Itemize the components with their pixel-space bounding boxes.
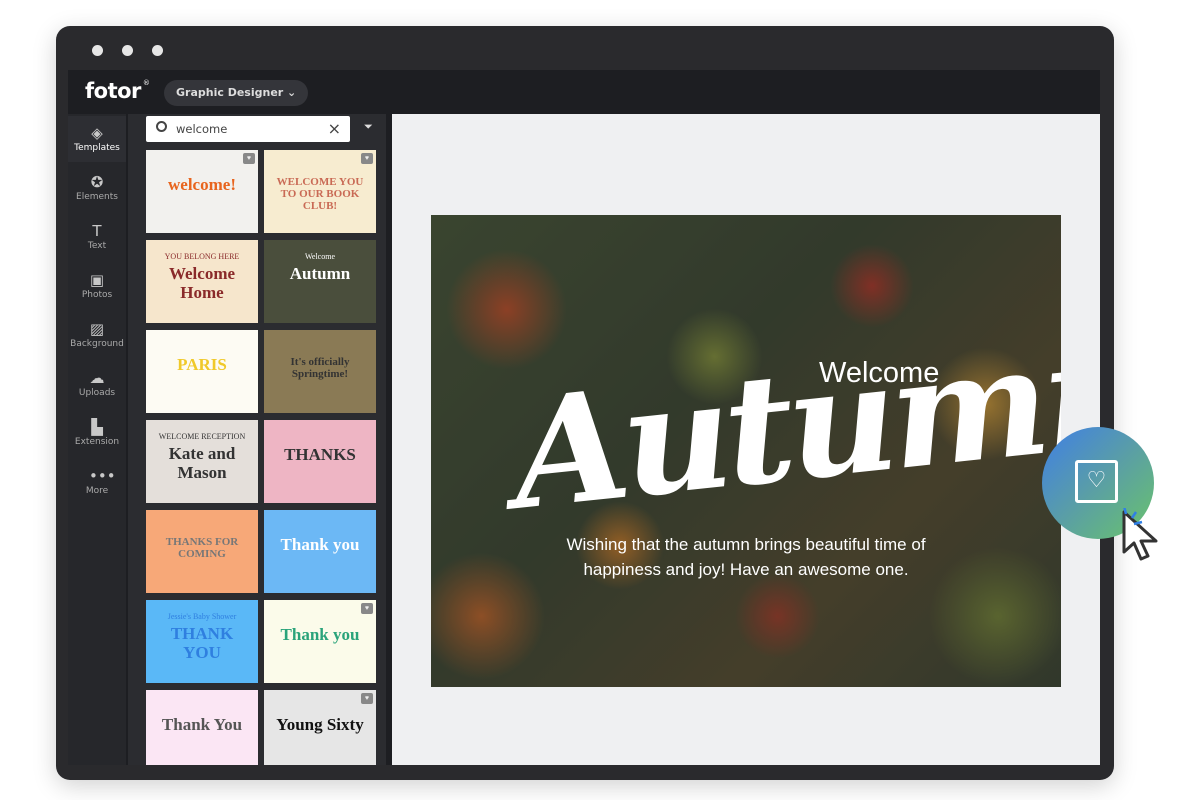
- logo[interactable]: fotor ®: [85, 79, 150, 103]
- sidebar-item-templates[interactable]: ◈ Templates: [68, 116, 126, 162]
- favorite-frame-icon: ♡: [1075, 460, 1118, 503]
- favorite-icon[interactable]: ♥: [361, 693, 373, 704]
- chevron-down-icon: ⌄: [287, 86, 297, 99]
- template-thumbnail[interactable]: It's officially Springtime!: [264, 330, 376, 413]
- cloud-upload-icon: ☁: [89, 369, 105, 387]
- header: fotor ® Graphic Designer ⌄: [68, 70, 1100, 114]
- sidebar-item-photos[interactable]: ▣ Photos: [68, 263, 126, 309]
- favorite-icon[interactable]: ♥: [361, 153, 373, 164]
- template-thumbnail[interactable]: WELCOME YOU TO OUR BOOK CLUB! ♥: [264, 150, 376, 233]
- message-text[interactable]: Wishing that the autumn brings beautiful…: [431, 532, 1061, 582]
- editor-app: fotor ® Graphic Designer ⌄ ◈ Templates ✪ Ele…: [68, 70, 1100, 765]
- clear-search-icon[interactable]: ×: [328, 119, 341, 138]
- templates-panel: welcome × ⏷ welcome! ♥ WELCOME YOU TO OUR …: [128, 114, 390, 765]
- template-thumbnail[interactable]: Thank you ♥: [264, 600, 376, 683]
- sidebar-item-label: Photos: [81, 290, 113, 300]
- more-icon: •••: [89, 467, 116, 485]
- window-dot: [152, 45, 163, 56]
- sidebar-item-label: Background: [70, 339, 124, 349]
- sidebar-item-label: Templates: [74, 143, 120, 153]
- sidebar-item-text[interactable]: T Text: [68, 214, 126, 260]
- background-icon: ▨: [89, 320, 105, 338]
- sidebar: ◈ Templates ✪ Elements T Text ▣ Photos ▨ Backgrou…: [68, 114, 126, 765]
- sidebar-item-label: Extension: [74, 437, 120, 447]
- sidebar-item-uploads[interactable]: ☁ Uploads: [68, 361, 126, 407]
- scrollbar[interactable]: [386, 114, 390, 765]
- mode-dropdown[interactable]: Graphic Designer ⌄: [164, 80, 309, 106]
- extension-icon: ▙: [91, 418, 103, 436]
- template-thumbnail[interactable]: Jessie's Baby Shower THANK YOU: [146, 600, 258, 683]
- favorite-icon[interactable]: ♥: [361, 603, 373, 614]
- template-thumbnail[interactable]: welcome! ♥: [146, 150, 258, 233]
- sidebar-item-background[interactable]: ▨ Background: [68, 312, 126, 358]
- layers-icon: ◈: [91, 124, 103, 142]
- template-thumbnail[interactable]: PARIS: [146, 330, 258, 413]
- sidebar-item-label: Elements: [76, 192, 118, 202]
- window-dot: [92, 45, 103, 56]
- sidebar-item-elements[interactable]: ✪ Elements: [68, 165, 126, 211]
- photo-icon: ▣: [89, 271, 105, 289]
- template-thumbnail[interactable]: Thank you: [264, 510, 376, 593]
- sidebar-item-label: Text: [87, 241, 107, 251]
- sidebar-item-extension[interactable]: ▙ Extension: [68, 410, 126, 456]
- favorite-icon[interactable]: ♥: [243, 153, 255, 164]
- sidebar-item-label: Uploads: [78, 388, 116, 398]
- template-thumbnail[interactable]: WELCOME RECEPTION Kate and Mason: [146, 420, 258, 503]
- sidebar-item-label: More: [85, 486, 109, 496]
- welcome-text[interactable]: Welcome: [819, 357, 939, 390]
- template-thumbnail[interactable]: Thank You: [146, 690, 258, 765]
- template-thumbnail[interactable]: YOU BELONG HERE Welcome Home: [146, 240, 258, 323]
- template-thumbnail[interactable]: THANKS: [264, 420, 376, 503]
- text-icon: T: [92, 222, 102, 240]
- filter-icon[interactable]: ⏷: [364, 120, 373, 134]
- template-thumbnail[interactable]: THANKS FOR COMING: [146, 510, 258, 593]
- template-thumbnail[interactable]: Young Sixty ♥: [264, 690, 376, 765]
- search-input[interactable]: welcome ×: [146, 116, 350, 142]
- cursor-icon: [1122, 508, 1158, 561]
- canvas-area: Autumn Welcome Wishing that the autumn b…: [392, 114, 1100, 765]
- design-canvas[interactable]: Autumn Welcome Wishing that the autumn b…: [431, 215, 1061, 687]
- star-circle-icon: ✪: [90, 173, 104, 191]
- search-icon: [156, 121, 167, 132]
- template-thumbnail[interactable]: Welcome Autumn: [264, 240, 376, 323]
- sidebar-item-more[interactable]: ••• More: [68, 459, 126, 505]
- window-dot: [122, 45, 133, 56]
